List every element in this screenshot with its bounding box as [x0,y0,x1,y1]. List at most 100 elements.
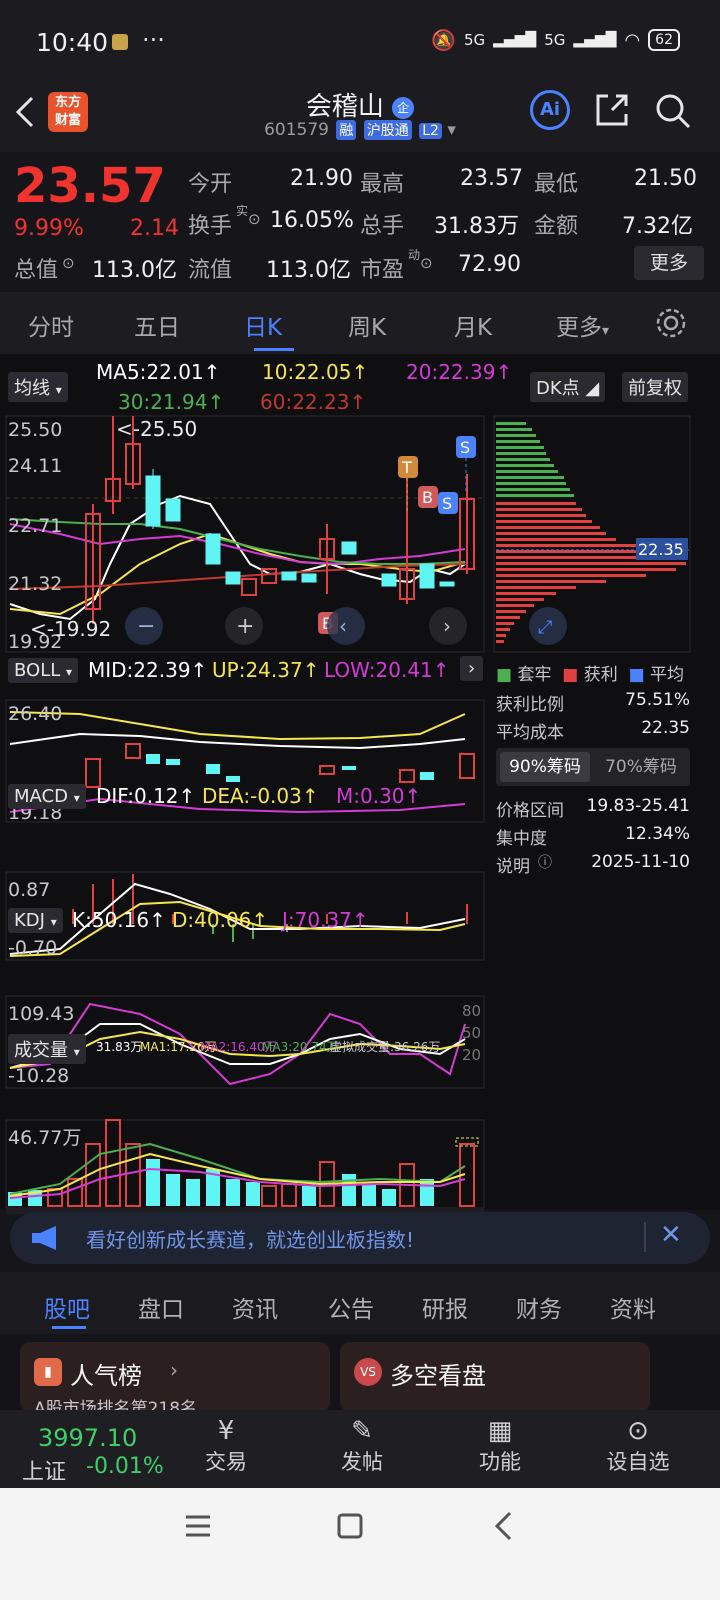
stock-code: 601579 [264,120,329,140]
macd-selector[interactable]: MACD ▾ [8,784,86,809]
close-icon[interactable]: ✕ [660,1220,682,1250]
tab-profile[interactable]: 资料 [610,1290,656,1324]
tab-pankou[interactable]: 盘口 [138,1290,184,1324]
info-icon[interactable]: ⓘ [538,852,552,872]
tab-monthly-k[interactable]: 月K [454,308,492,342]
chip-tabs: 90%筹码 70%筹码 [496,748,690,786]
info-icon[interactable]: ⊙ [248,210,261,228]
margin-tag: 融 [336,120,357,140]
price-adjust-button[interactable]: 前复权 [622,372,688,402]
more-circle-icon: ⊙ [627,1416,649,1446]
tab-weekly-k[interactable]: 周K [348,308,386,342]
turnover-sup: 实 [236,204,249,218]
macd-dif: DIF:0.12↑ [96,784,196,808]
search-icon[interactable] [654,92,692,130]
megaphone-icon [32,1226,56,1250]
axis-price-1: 25.50 [8,419,62,441]
post-button[interactable]: ✎ 发帖 [332,1416,392,1476]
avg-cost-value: 22.35 [641,718,690,738]
candles [85,416,475,624]
mute-icon: 🔕 [431,28,456,52]
index-value: 3997.10 [38,1424,138,1452]
kdj-d: D:40.06↑ [172,908,269,932]
tab-announcement[interactable]: 公告 [328,1290,374,1324]
tab-90-chip[interactable]: 90%筹码 [500,752,590,782]
quote-panel: 23.57 9.99% 2.14 今开 21.90 最高 23.57 最低 21… [0,152,720,292]
share-icon[interactable] [594,92,630,128]
svg-text:50: 50 [462,1024,481,1042]
tab-finance[interactable]: 财务 [516,1290,562,1324]
battery-indicator: 62 [648,29,680,51]
boll-low: LOW:20.41↑ [324,658,450,682]
tab-70-chip[interactable]: 70%筹码 [596,752,686,782]
notification-icon [112,34,128,50]
info-icon[interactable]: ⊙ [420,254,433,272]
banner-text: 看好创新成长赛道，就选创业板指数! [86,1228,415,1252]
trade-button[interactable]: ¥ 交易 [196,1416,256,1476]
function-button[interactable]: ▦ 功能 [470,1416,530,1476]
high-marker: <-25.50 [116,417,197,441]
kline-chart-area[interactable]: 均线 ▾ MA5:22.01↑ 10:22.05↑ 20:22.39↑ 30:2… [0,354,720,1214]
ma-selector[interactable]: 均线 ▾ [8,372,68,402]
menu-icon[interactable] [184,1512,212,1540]
svg-text:-0.70: -0.70 [8,937,57,959]
turnover-label: 换手 [188,214,233,239]
tab-guba[interactable]: 股吧 [44,1290,90,1324]
note-date: 2025-11-10 [591,852,690,872]
boll-mid: MID:22.39↑ [88,658,208,682]
svg-text:109.43: 109.43 [8,1003,74,1025]
kdj-selector[interactable]: KDJ ▾ [8,908,63,933]
svg-text:−: − [137,614,155,639]
popularity-card[interactable]: ▮ 人气榜 › A股市场排名第218名 [20,1342,330,1419]
wifi-icon: ◠ [624,29,641,51]
b-marker: B [422,488,433,507]
info-icon[interactable]: ⊙ [62,254,75,272]
boll-selector[interactable]: BOLL ▾ [8,658,79,683]
vol-ma3: MA3:20.74万 [262,1040,339,1054]
float-cap-value: 113.0亿 [266,258,351,283]
concentration-label: 集中度 [496,829,547,849]
more-button[interactable]: 更多 [634,246,704,280]
ma20-value: 20:22.39↑ [406,360,513,384]
amount-value: 7.32亿 [622,214,693,239]
bull-bear-card[interactable]: VS 多空看盘 [340,1342,650,1412]
connect-tag: 沪股通 [363,120,412,140]
svg-text:‹: ‹ [339,614,347,638]
avg-cost-marker: 22.35 [638,540,684,559]
promo-banner[interactable]: 看好创新成长赛道，就选创业板指数! ✕ [10,1212,710,1264]
bottom-toolbar: 3997.10 上证 -0.01% ¥ 交易 ✎ 发帖 ▦ 功能 ⊙ 设自选 [0,1410,720,1488]
content-tabs: 股吧 盘口 资讯 公告 研报 财务 资料 [0,1272,720,1334]
svg-text:46.77万: 46.77万 [8,1127,81,1149]
tab-five-day[interactable]: 五日 [134,308,180,342]
add-watchlist-button[interactable]: ⊙ 设自选 [596,1416,680,1476]
float-cap-label: 流值 [188,258,233,283]
dk-point-button[interactable]: DK点 ◢ [530,372,606,402]
pe-value: 72.90 [458,252,521,277]
svg-text:80: 80 [462,1002,481,1020]
signal-1-icon: ▂▄▆█ [493,32,537,48]
tab-daily-k[interactable]: 日K [244,308,282,342]
more-dots-icon: ··· [142,26,165,54]
svg-text:26.40: 26.40 [8,703,62,725]
vol-value: 31.83万 [96,1040,143,1054]
active-tab-indicator [52,1326,86,1329]
svg-text:20: 20 [462,1046,481,1064]
volume-selector[interactable]: 成交量 ▾ [8,1034,86,1064]
back-nav-icon[interactable] [492,1510,514,1542]
concentration-value: 12.34% [625,824,690,844]
signal-2-icon: ▂▄▆█ [573,32,617,48]
tab-more[interactable]: 更多▾ [556,308,609,342]
tab-intraday[interactable]: 分时 [28,308,74,342]
tab-news[interactable]: 资讯 [232,1290,278,1324]
collapse-indicator-button[interactable]: › [460,656,484,681]
tab-research[interactable]: 研报 [422,1290,468,1324]
chip-distribution: ⤢ [496,422,690,645]
open-value: 21.90 [290,166,353,191]
change-percent: 9.99% [14,216,84,241]
home-icon[interactable] [336,1512,364,1540]
ai-button[interactable]: Ai [530,90,570,130]
macd-dea: DEA:-0.03↑ [202,784,319,808]
gear-icon[interactable] [654,306,688,340]
kdj-j: J:70.37↑ [282,908,369,932]
feature-cards: ▮ 人气榜 › A股市场排名第218名 VS 多空看盘 [0,1334,720,1419]
